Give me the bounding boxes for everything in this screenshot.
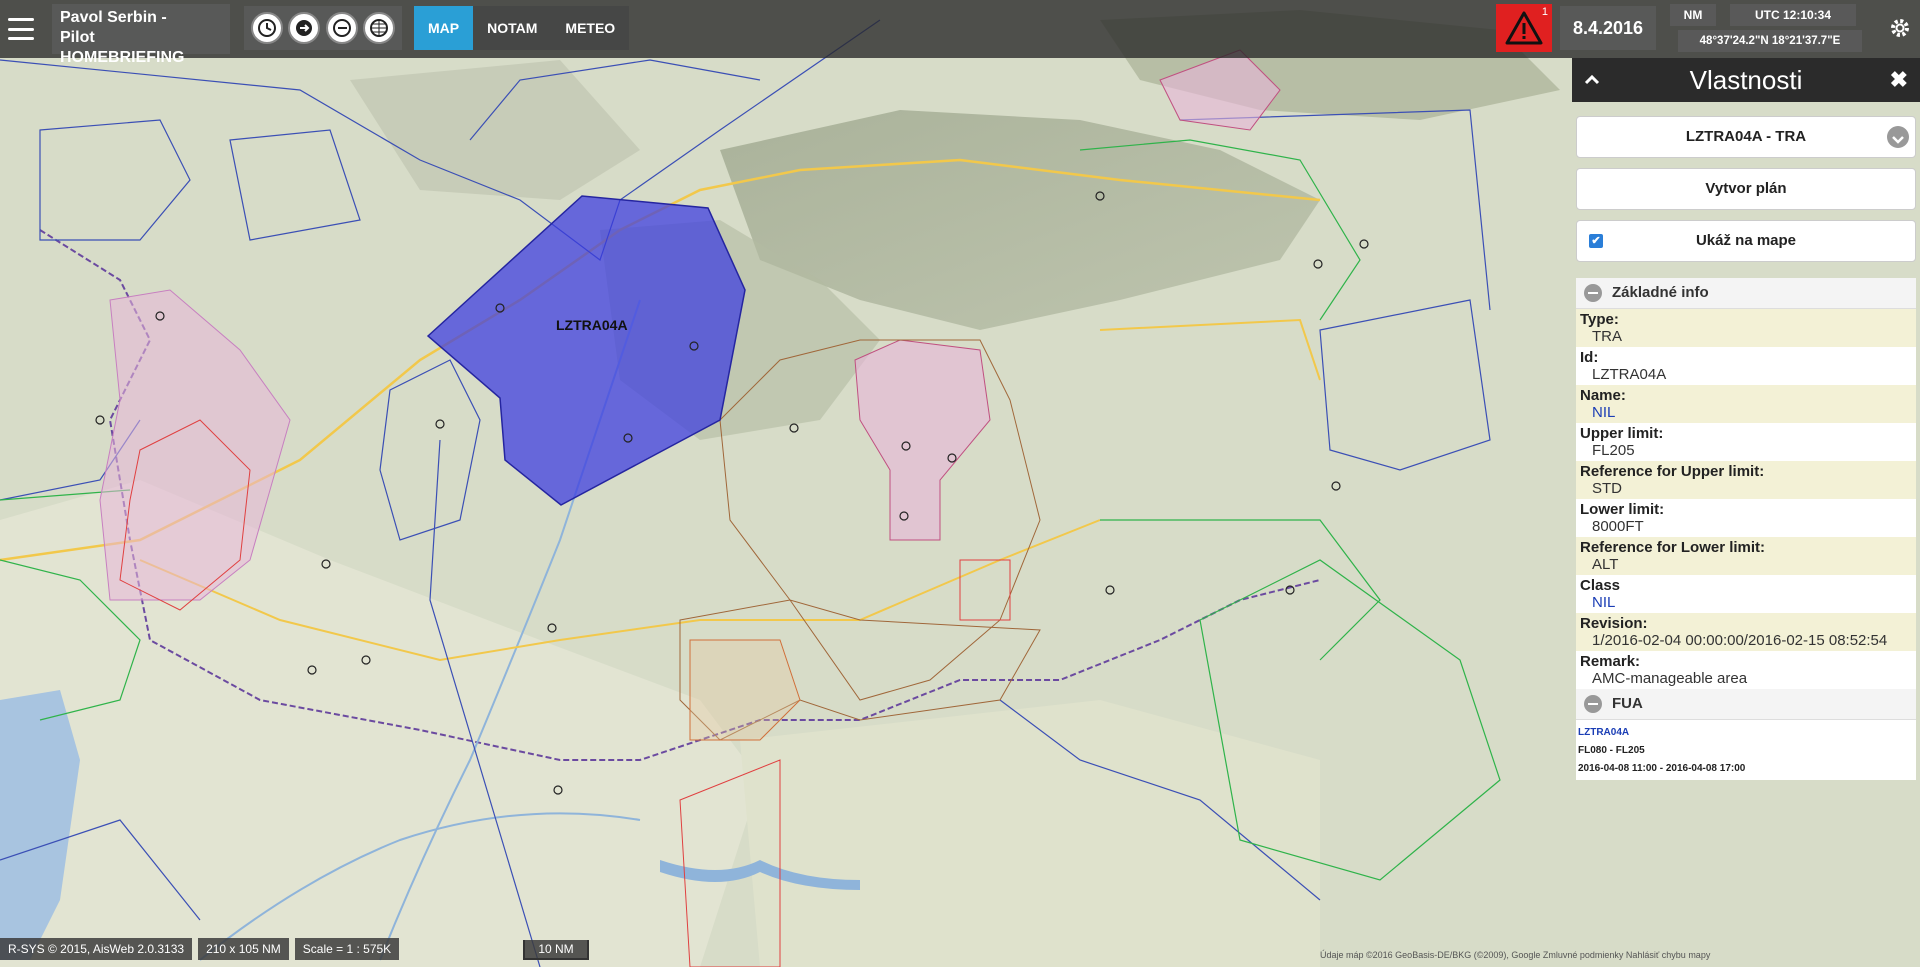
fua-title: FUA — [1612, 695, 1643, 712]
field-label: Reference for Lower limit: — [1580, 539, 1766, 556]
gear-icon[interactable] — [1888, 16, 1912, 40]
show-on-map-toggle[interactable]: ✔ Ukáž na mape — [1576, 220, 1916, 262]
tab-meteo[interactable]: METEO — [551, 6, 629, 50]
field-row: Lower limit: 8000FT — [1576, 499, 1916, 537]
field-row: Remark: AMC-manageable area — [1576, 651, 1916, 689]
field-value: 8000FT — [1592, 518, 1644, 535]
show-on-map-label: Ukáž na mape — [1695, 232, 1797, 249]
field-label: Remark: — [1580, 653, 1641, 670]
airspace-select[interactable]: LZTRA04A - TRA — [1576, 116, 1916, 158]
fua-line: 2016-04-08 11:00 - 2016-04-08 17:00 — [1578, 763, 1746, 774]
globe-arrow-icon[interactable] — [288, 12, 321, 44]
field-row: Reference for Lower limit: ALT — [1576, 537, 1916, 575]
field-value: AMC-manageable area — [1592, 670, 1748, 687]
tab-notam[interactable]: NOTAM — [473, 6, 551, 50]
map-scale: Scale = 1 : 575K — [294, 938, 400, 960]
app-name: Pilot HOMEBRIEFING — [60, 29, 185, 66]
field-label: Class — [1580, 577, 1621, 594]
field-value: 1/2016-02-04 00:00:00/2016-02-15 08:52:5… — [1592, 632, 1888, 649]
panel-title: Vlastnosti — [1689, 65, 1803, 95]
field-value: TRA — [1592, 328, 1622, 345]
tab-map[interactable]: MAP — [414, 6, 474, 50]
utc-clock: UTC 12:10:34 — [1730, 4, 1856, 26]
field-value: ALT — [1592, 556, 1619, 573]
field-label: Revision: — [1580, 615, 1648, 632]
field-value: STD — [1592, 480, 1622, 497]
field-label: Lower limit: — [1580, 501, 1665, 518]
status-bar: R-SYS © 2015, AisWeb 2.0.3133 210 x 105 … — [0, 938, 400, 960]
field-row: Revision: 1/2016-02-04 00:00:00/2016-02-1… — [1576, 613, 1916, 651]
chevron-down-icon — [1887, 126, 1909, 148]
field-row: Upper limit: FL205 — [1576, 423, 1916, 461]
warning-icon — [1505, 11, 1543, 45]
close-icon[interactable]: ✖ — [1890, 68, 1908, 92]
collapse-icon[interactable] — [1584, 284, 1602, 302]
route-icon[interactable] — [325, 12, 358, 44]
copyright: R-SYS © 2015, AisWeb 2.0.3133 — [0, 938, 193, 960]
field-row: Id: LZTRA04A — [1576, 347, 1916, 385]
properties-panel: Vlastnosti ✖ LZTRA04A - TRA Vytvor plán … — [1572, 58, 1920, 967]
field-row: Class NIL — [1576, 575, 1916, 613]
field-row: Type: TRA — [1576, 309, 1916, 347]
basic-info-header[interactable]: Základné info — [1576, 278, 1916, 309]
field-label: Type: — [1580, 311, 1619, 328]
field-label: Reference for Upper limit: — [1580, 463, 1765, 480]
field-value: NIL — [1592, 404, 1616, 421]
cursor-coordinates: 48°37'24.2"N 18°21'37.7"E — [1678, 30, 1862, 52]
airspace-select-value: LZTRA04A - TRA — [1685, 128, 1807, 145]
field-value: LZTRA04A — [1592, 366, 1667, 383]
field-row: Reference for Upper limit: STD — [1576, 461, 1916, 499]
user-info[interactable]: Pavol Serbin - Pilot HOMEBRIEFING — [52, 4, 230, 66]
map-extent: 210 x 105 NM — [198, 938, 289, 960]
fua-header[interactable]: FUA — [1576, 689, 1916, 720]
svg-text:LZTRA04A: LZTRA04A — [556, 317, 628, 333]
fua-line: FL080 - FL205 — [1578, 745, 1645, 756]
fua-line: LZTRA04A — [1578, 727, 1630, 738]
alert-count: 1 — [1541, 6, 1548, 18]
main-tabs: MAP NOTAM METEO — [414, 6, 630, 50]
field-value: FL205 — [1592, 442, 1635, 459]
hamburger-menu-icon[interactable] — [8, 18, 34, 40]
units-toggle[interactable]: NM — [1670, 4, 1716, 26]
panel-header: Vlastnosti ✖ — [1572, 58, 1920, 102]
world-icon[interactable] — [363, 12, 396, 44]
date-display[interactable]: 8.4.2016 — [1560, 6, 1656, 50]
field-label: Upper limit: — [1580, 425, 1664, 442]
collapse-icon[interactable] — [1584, 695, 1602, 713]
field-label: Name: — [1580, 387, 1626, 404]
basic-info-title: Základné info — [1612, 284, 1709, 301]
user-name: Pavol Serbin - — [60, 9, 167, 26]
fua-content: LZTRA04A FL080 - FL205 2016-04-08 11:00 … — [1576, 720, 1916, 782]
field-row: Name: NIL — [1576, 385, 1916, 423]
create-plan-button[interactable]: Vytvor plán — [1576, 168, 1916, 210]
alert-button[interactable]: 1 — [1496, 4, 1552, 52]
map-credits[interactable]: Údaje máp ©2016 GeoBasis-DE/BKG (©2009),… — [1320, 950, 1710, 960]
checkbox-checked-icon[interactable]: ✔ — [1589, 234, 1603, 248]
quick-icons — [244, 6, 402, 50]
field-value: NIL — [1592, 594, 1616, 611]
clock-globe-icon[interactable] — [250, 12, 283, 44]
info-section: Základné info Type: TRA Id: LZTRA04A Name:… — [1576, 278, 1916, 780]
scale-bar: 10 NM — [523, 940, 589, 960]
field-label: Id: — [1580, 349, 1599, 366]
